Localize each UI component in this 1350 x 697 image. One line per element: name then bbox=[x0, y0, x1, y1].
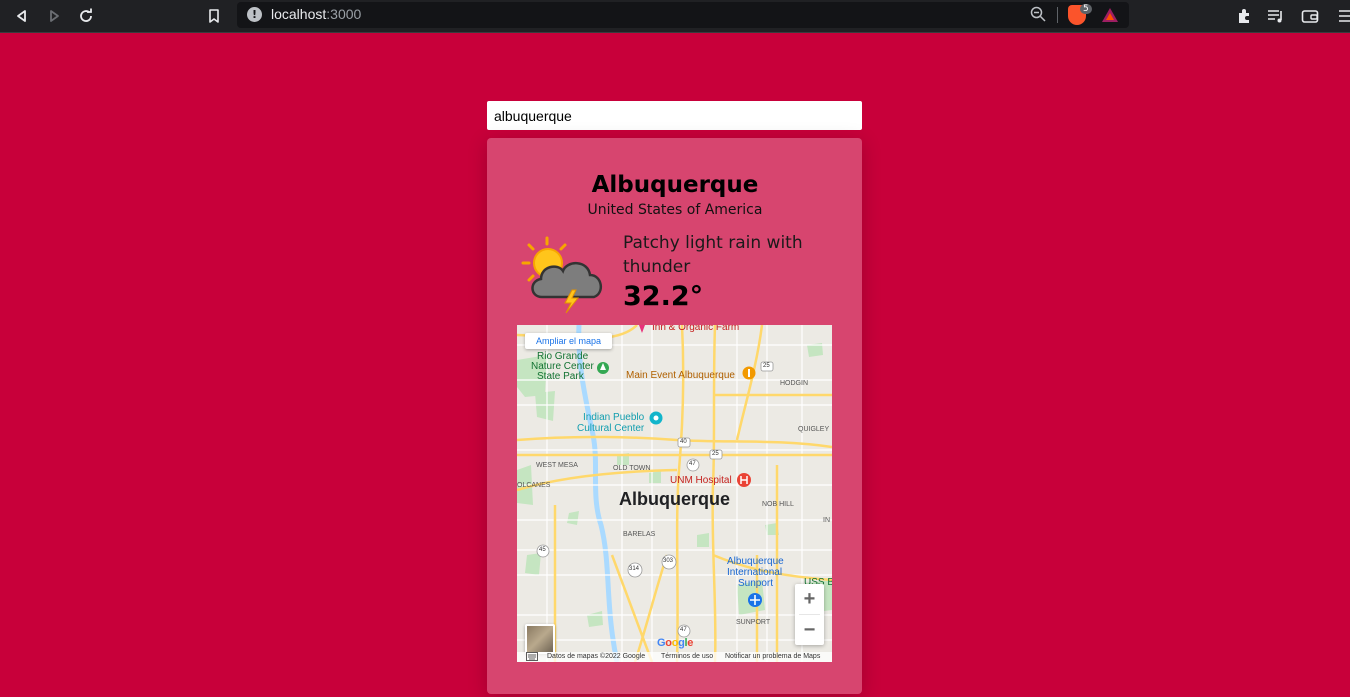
zoom-icon[interactable] bbox=[1030, 6, 1046, 26]
map-district-label: OLCANES bbox=[517, 482, 551, 489]
map-place-label: Cultural Center bbox=[577, 423, 645, 434]
map-place-label: Indian Pueblo bbox=[583, 412, 645, 423]
temperature: 32.2° bbox=[623, 281, 704, 312]
enlarge-map-link[interactable]: Ampliar el mapa bbox=[525, 333, 613, 349]
browser-toolbar: ! localhost:3000 5 bbox=[0, 0, 1350, 33]
divider bbox=[1057, 7, 1058, 23]
terms-link[interactable]: Términos de uso bbox=[661, 653, 713, 660]
map-shield-label: 25 bbox=[712, 451, 719, 457]
map-shield-label: 25 bbox=[763, 363, 770, 369]
url-text: localhost:3000 bbox=[271, 6, 362, 22]
map-shield-label: 314 bbox=[629, 566, 640, 572]
google-logo: Google bbox=[657, 637, 694, 649]
map-zoom-controls: + − bbox=[795, 584, 824, 645]
sun-cloud-thunder-icon bbox=[520, 233, 610, 315]
shields-count-badge: 5 bbox=[1080, 4, 1092, 14]
map-embed[interactable]: Inn & Organic Farm Rio Grande Nature Cen… bbox=[517, 325, 832, 662]
map-district-label: WEST MESA bbox=[536, 462, 578, 469]
zoom-in-button[interactable]: + bbox=[795, 584, 824, 614]
map-shield-label: 40 bbox=[680, 439, 687, 445]
address-bar[interactable]: ! localhost:3000 5 bbox=[237, 2, 1129, 28]
map-place-label: Main Event Albuquerque bbox=[626, 370, 735, 381]
map-district-label: OLD TOWN bbox=[613, 465, 651, 472]
zoom-out-button[interactable]: − bbox=[795, 615, 824, 645]
back-icon[interactable] bbox=[12, 6, 32, 26]
forward-icon[interactable] bbox=[44, 6, 64, 26]
map-data-credit: Datos de mapas ©2022 Google bbox=[547, 653, 646, 660]
map-district-label: IN bbox=[823, 517, 830, 524]
map-district-label: HODGIN bbox=[780, 380, 808, 387]
map-shield-label: 303 bbox=[663, 558, 674, 564]
map-district-label: QUIGLEY bbox=[798, 426, 830, 433]
extensions-icon[interactable] bbox=[1234, 6, 1254, 26]
satellite-toggle-button[interactable] bbox=[525, 624, 555, 654]
map-district-label: NOB HILL bbox=[762, 501, 794, 508]
playlist-icon[interactable] bbox=[1266, 6, 1286, 26]
map-shield-label: 47 bbox=[689, 461, 696, 467]
wallet-icon[interactable] bbox=[1300, 6, 1320, 26]
reload-icon[interactable] bbox=[76, 6, 96, 26]
site-info-icon[interactable]: ! bbox=[247, 7, 262, 22]
map-place-label: Inn & Organic Farm bbox=[652, 325, 740, 333]
map-city-label: Albuquerque bbox=[619, 489, 730, 509]
menu-icon[interactable] bbox=[1334, 6, 1350, 26]
city-search-input[interactable] bbox=[487, 101, 862, 130]
bookmark-icon[interactable] bbox=[204, 6, 224, 26]
brave-rewards-icon[interactable] bbox=[1101, 7, 1119, 27]
map-place-label: International bbox=[727, 567, 783, 578]
map-district-label: BARELAS bbox=[623, 531, 656, 538]
city-name: Albuquerque bbox=[591, 172, 759, 198]
map-place-label: Albuquerque bbox=[727, 556, 784, 567]
report-problem-link[interactable]: Notificar un problema de Maps bbox=[725, 653, 820, 660]
map-place-label: UNM Hospital bbox=[670, 475, 732, 486]
weather-condition: Patchy light rain with thunder bbox=[623, 233, 803, 277]
map-footer: Datos de mapas ©2022 Google Términos de … bbox=[517, 652, 832, 662]
map-place-label: State Park bbox=[537, 371, 584, 382]
map-shield-label: 45 bbox=[539, 547, 546, 553]
map-place-label: Sunport bbox=[738, 578, 774, 589]
map-district-label: SUNPORT bbox=[736, 619, 771, 626]
map-shield-label: 47 bbox=[680, 627, 687, 633]
country-name: United States of America bbox=[587, 202, 763, 218]
